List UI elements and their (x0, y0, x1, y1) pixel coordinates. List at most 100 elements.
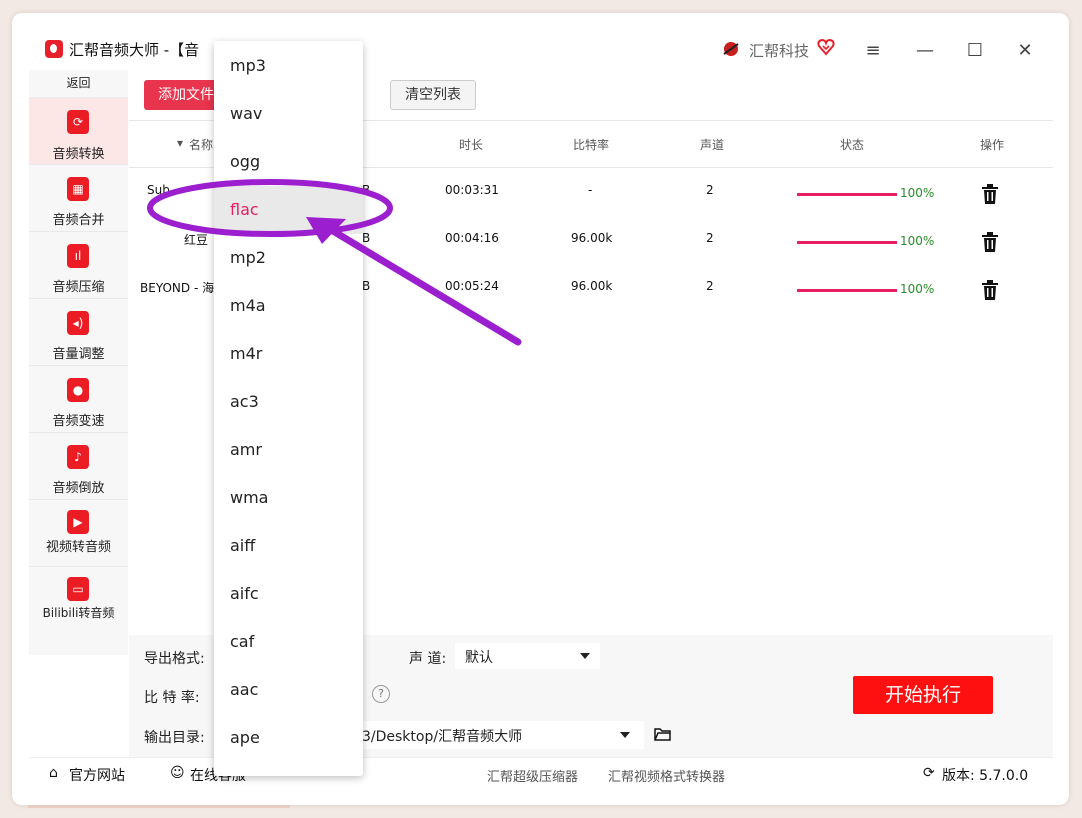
file-name: 红豆 (184, 233, 209, 247)
minimize-icon[interactable]: — (910, 35, 940, 65)
file-channels: 2 (706, 231, 714, 245)
bilibili-tv-icon: ▭ (67, 577, 89, 601)
format-option[interactable]: caf (214, 618, 363, 666)
channel-select[interactable]: 默认 (455, 643, 600, 669)
bitrate-label: 比 特 率: (144, 690, 200, 706)
format-option[interactable]: ape (214, 714, 363, 762)
file-size: B (362, 183, 371, 197)
format-label: 导出格式: (144, 651, 205, 667)
sidebar-item-audio-reverse[interactable]: ♪ 音频倒放 (29, 432, 128, 499)
file-name: Sub (147, 183, 170, 197)
sidebar-item-label: 音频合并 (52, 213, 105, 228)
heart-icon[interactable] (817, 38, 835, 56)
format-option[interactable]: m4a (214, 282, 363, 330)
trash-icon[interactable] (981, 280, 999, 300)
file-size: B (362, 231, 371, 245)
format-option[interactable]: aifc (214, 570, 363, 618)
header-duration: 时长 (459, 138, 484, 152)
file-bitrate: 96.00k (571, 231, 613, 245)
progress-percent: 100% (900, 282, 935, 296)
back-button[interactable]: 返回 (29, 70, 128, 97)
output-label: 输出目录: (144, 730, 205, 746)
window-title: 汇帮音频大师 -【音 (69, 41, 200, 59)
format-option[interactable]: mp2 (214, 234, 363, 282)
maximize-icon[interactable]: ☐ (960, 35, 990, 65)
progress-bar (797, 193, 897, 196)
file-channels: 2 (706, 279, 714, 293)
header-name[interactable]: 名称 (189, 136, 213, 153)
sidebar-item-bilibili[interactable]: ▭ Bilibili转音频 (29, 566, 128, 656)
title-bar: 汇帮音频大师 -【音 汇帮科技 ≡ — ☐ ✕ (12, 13, 1069, 69)
version-label: 版本: 5.7.0.0 (942, 768, 1029, 784)
file-duration: 00:04:16 (445, 231, 499, 245)
header-bitrate: 比特率 (573, 138, 610, 152)
clear-list-button[interactable]: 清空列表 (390, 80, 476, 110)
footer: ⌂ 官方网站 ☺ 在线客服 汇帮超级压缩器 汇帮视频格式转换器 ⟳ 版本: 5.… (29, 757, 1053, 788)
home-icon: ⌂ (49, 765, 58, 781)
sidebar-item-label: 音频变速 (52, 414, 105, 429)
format-option[interactable]: wav (214, 90, 363, 138)
refresh-icon[interactable]: ⟳ (923, 765, 935, 781)
sidebar-item-label: 视频转音频 (45, 540, 111, 555)
compress-app-link[interactable]: 汇帮超级压缩器 (487, 766, 578, 785)
format-option[interactable]: ac3 (214, 378, 363, 426)
trash-icon[interactable] (981, 232, 999, 252)
audio-compress-icon: ıl (67, 244, 89, 268)
audio-convert-icon: ⟳ (67, 110, 89, 134)
app-window: 汇帮音频大师 -【音 汇帮科技 ≡ — ☐ ✕ 返回 ⟳ 音频转换 ▦ 音频合并… (12, 13, 1069, 805)
sidebar-item-audio-convert[interactable]: ⟳ 音频转换 (29, 97, 128, 164)
sidebar-item-audio-speed[interactable]: ● 音频变速 (29, 365, 128, 432)
output-path: 3/Desktop/汇帮音频大师 (362, 729, 523, 745)
progress-percent: 100% (900, 186, 935, 200)
format-option[interactable]: aac (214, 666, 363, 714)
audio-merge-icon: ▦ (67, 177, 89, 201)
sidebar-item-audio-merge[interactable]: ▦ 音频合并 (29, 164, 128, 231)
format-option[interactable]: ogg (214, 138, 363, 186)
sidebar: 返回 ⟳ 音频转换 ▦ 音频合并 ıl 音频压缩 ◂) 音量调整 ● 音频变速 … (29, 70, 128, 655)
file-channels: 2 (706, 183, 714, 197)
menu-icon[interactable]: ≡ (858, 35, 888, 65)
microphone-icon: ● (67, 378, 89, 402)
file-duration: 00:05:24 (445, 279, 499, 293)
file-size: B (362, 279, 371, 293)
video-film-icon: ▶ (67, 510, 89, 534)
format-option[interactable]: m4r (214, 330, 363, 378)
start-button[interactable]: 开始执行 (853, 676, 993, 714)
channel-label: 声 道: (409, 651, 447, 667)
header-action: 操作 (980, 138, 1005, 152)
sidebar-item-video-to-audio[interactable]: ▶ 视频转音频 (29, 499, 128, 566)
file-name: BEYOND - 海 (140, 281, 215, 295)
folder-icon[interactable] (654, 727, 671, 741)
sidebar-item-label: 音量调整 (52, 347, 105, 362)
output-dir-select[interactable]: 3/Desktop/汇帮音频大师 (344, 721, 644, 749)
app-logo-icon (45, 40, 63, 58)
format-option[interactable]: mp3 (214, 42, 363, 90)
progress-percent: 100% (900, 234, 935, 248)
file-bitrate: - (588, 183, 593, 197)
sidebar-item-label: Bilibili转音频 (42, 606, 115, 620)
trash-icon[interactable] (981, 184, 999, 204)
close-icon[interactable]: ✕ (1010, 35, 1040, 65)
sidebar-item-audio-compress[interactable]: ıl 音频压缩 (29, 231, 128, 298)
file-bitrate: 96.00k (571, 279, 613, 293)
volume-icon: ◂) (67, 311, 89, 335)
video-app-link[interactable]: 汇帮视频格式转换器 (608, 766, 725, 785)
sidebar-item-volume[interactable]: ◂) 音量调整 (29, 298, 128, 365)
help-icon[interactable]: ? (372, 685, 390, 703)
header-status: 状态 (840, 138, 865, 152)
chevron-down-icon (580, 653, 590, 659)
website-link[interactable]: 官方网站 (69, 765, 125, 785)
sort-caret-icon[interactable]: ▾ (177, 136, 183, 150)
format-option[interactable]: amr (214, 426, 363, 474)
format-option-selected[interactable]: flac (214, 186, 363, 234)
music-note-icon: ♪ (67, 445, 89, 469)
sidebar-item-label: 音频倒放 (52, 481, 105, 496)
format-option[interactable]: wma (214, 474, 363, 522)
header-channels: 声道 (700, 138, 725, 152)
channel-value: 默认 (465, 650, 493, 666)
format-dropdown-menu[interactable]: mp3 wav ogg flac mp2 m4a m4r ac3 amr wma… (214, 41, 363, 776)
file-duration: 00:03:31 (445, 183, 499, 197)
progress-bar (797, 289, 897, 292)
support-icon: ☺ (170, 765, 185, 781)
format-option[interactable]: aiff (214, 522, 363, 570)
